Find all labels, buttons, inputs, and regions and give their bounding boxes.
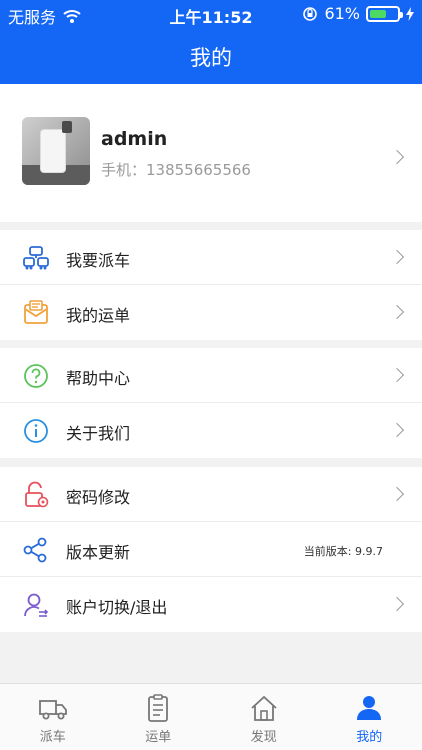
avatar-cap [62, 121, 72, 133]
tab-label: 我的 [356, 730, 383, 745]
page-title: 我的 [190, 46, 232, 70]
menu-item-label: 关于我们 [66, 424, 131, 443]
tab-bar: 派车 运单 发现 我的 [0, 683, 422, 750]
menu-item-label: 我要派车 [66, 251, 131, 270]
avatar [22, 117, 90, 185]
tab-discover[interactable]: 发现 [211, 684, 317, 750]
lock-icon [25, 481, 49, 508]
info-icon [24, 419, 48, 443]
chevron-right-icon [389, 249, 405, 265]
chevron-right-icon [389, 149, 405, 165]
menu-item-switch-account[interactable]: 账户切换/退出 [0, 577, 422, 632]
tab-mine[interactable]: 我的 [317, 684, 422, 750]
current-version-text: 当前版本: 9.9.7 [303, 545, 383, 558]
profile-name: admin [101, 128, 168, 150]
battery-percent: 61% [324, 4, 360, 23]
status-right-group: 61% [302, 4, 414, 23]
chevron-right-icon [389, 367, 405, 383]
menu-item-my-waybills[interactable]: 我的运单 [0, 285, 422, 340]
truck-icon [38, 700, 67, 720]
dispatch-icon [23, 246, 49, 270]
charging-icon [406, 6, 414, 21]
menu-item-version-update[interactable]: 版本更新 当前版本: 9.9.7 [0, 522, 422, 577]
menu-group-account: 密码修改 版本更新 当前版本: 9.9.7 账户切换/退出 [0, 467, 422, 632]
menu-group-orders: 我要派车 我的运单 [0, 230, 422, 340]
share-icon [23, 537, 47, 563]
help-icon [24, 364, 48, 388]
menu-item-label: 我的运单 [66, 306, 131, 325]
menu-item-about[interactable]: 关于我们 [0, 403, 422, 458]
menu-item-help[interactable]: 帮助中心 [0, 348, 422, 403]
orientation-lock-icon [303, 6, 318, 21]
tab-label: 派车 [39, 730, 66, 745]
menu-item-label: 密码修改 [66, 488, 131, 507]
profile-phone: 手机：13855665566 [101, 161, 251, 179]
user-switch-icon [24, 593, 49, 617]
tab-label: 发现 [250, 730, 277, 745]
chevron-right-icon [389, 486, 405, 502]
profile-card[interactable]: admin 手机：13855665566 [0, 84, 422, 222]
chevron-right-icon [389, 596, 405, 612]
top-bar: 无服务 上午11:52 61% 我的 [0, 0, 422, 84]
status-bar: 无服务 上午11:52 61% [0, 0, 422, 28]
chevron-right-icon [389, 304, 405, 320]
menu-item-label: 版本更新 [66, 543, 131, 562]
menu-item-dispatch[interactable]: 我要派车 [0, 230, 422, 285]
menu-item-label: 帮助中心 [66, 369, 131, 388]
tab-waybill[interactable]: 运单 [106, 684, 212, 750]
avatar-bottle [40, 129, 66, 173]
clipboard-icon [148, 694, 169, 722]
tab-label: 运单 [145, 730, 172, 745]
menu-item-change-password[interactable]: 密码修改 [0, 467, 422, 522]
waybill-icon [24, 300, 48, 324]
home-icon [251, 695, 277, 721]
tab-dispatch[interactable]: 派车 [0, 684, 106, 750]
person-icon [357, 696, 382, 720]
menu-group-info: 帮助中心 关于我们 [0, 348, 422, 458]
battery-fill [370, 9, 386, 18]
battery-icon [366, 5, 403, 22]
menu-item-label: 账户切换/退出 [66, 598, 168, 617]
chevron-right-icon [389, 422, 405, 438]
